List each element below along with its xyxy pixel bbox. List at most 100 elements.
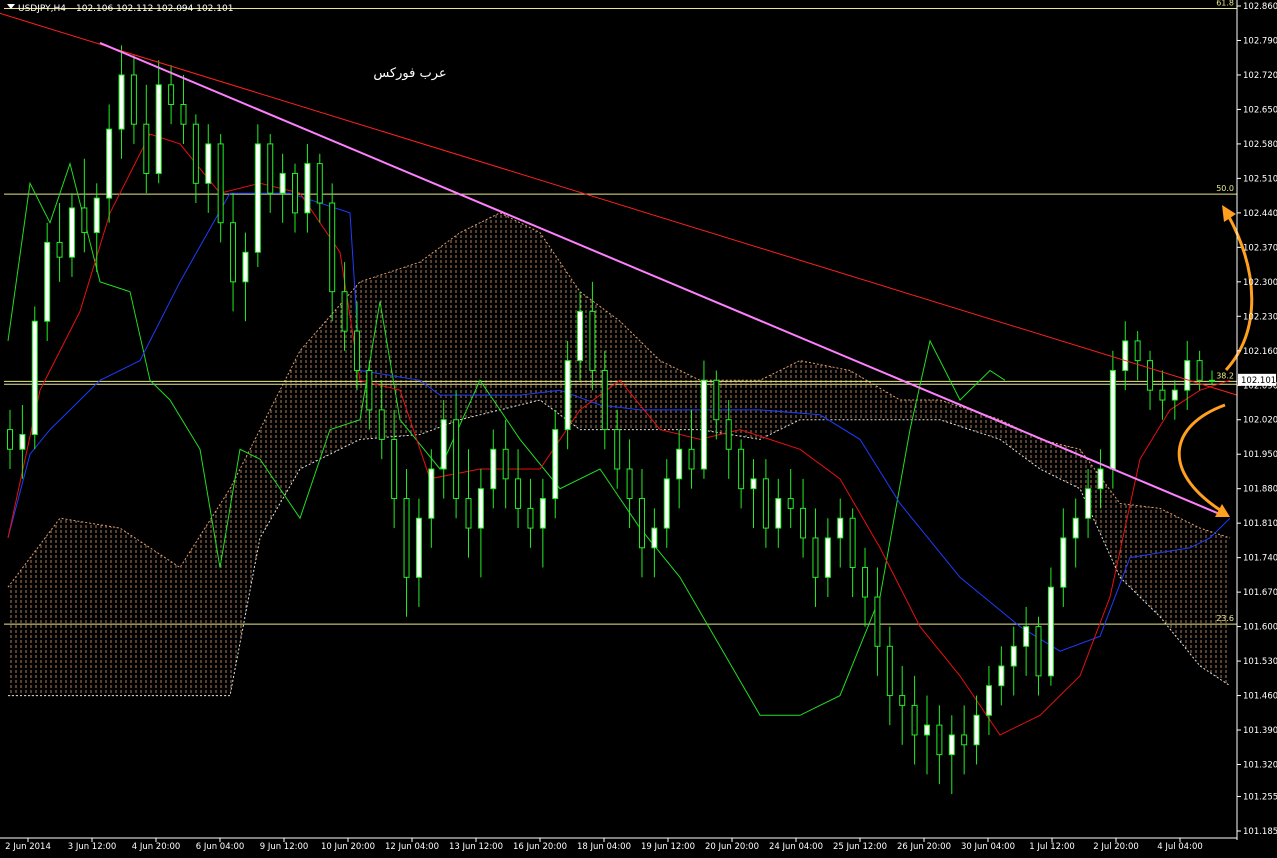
candle-bearish <box>465 498 472 529</box>
price-tick-label: 102.790 <box>1243 36 1277 46</box>
candle-bearish <box>366 369 373 411</box>
candle-bearish <box>961 734 968 746</box>
candle-bullish <box>68 207 75 258</box>
candle-bullish <box>750 478 757 490</box>
price-tick-label: 102.020 <box>1243 416 1277 426</box>
candle-bearish <box>688 448 695 470</box>
candle-bearish <box>353 330 360 371</box>
candle-bearish <box>7 429 13 450</box>
candle-bullish <box>118 74 125 130</box>
time-tick-label: 4 Jul 04:00 <box>1157 842 1203 852</box>
candle-bearish <box>192 123 199 184</box>
candle-bearish <box>800 507 807 539</box>
candle-bullish <box>1184 360 1191 391</box>
candle-bearish <box>725 419 732 450</box>
candle-bearish <box>849 517 856 568</box>
time-tick-label: 2 Jul 20:00 <box>1093 842 1139 852</box>
candle-bullish <box>1072 517 1079 539</box>
candle-bearish <box>341 291 348 332</box>
time-tick-label: 24 Jun 04:00 <box>769 842 823 852</box>
chart-symbol: USDJPY,H4 <box>18 4 66 14</box>
price-tick-label: 102.580 <box>1243 140 1277 150</box>
candle-bullish <box>1109 369 1116 470</box>
price-tick-label: 101.320 <box>1243 761 1277 771</box>
price-tick-label: 102.160 <box>1243 347 1277 357</box>
candle-bearish <box>589 310 596 371</box>
price-tick-label: 102.370 <box>1243 243 1277 253</box>
candle-bearish <box>638 498 645 549</box>
candle-bullish <box>948 734 955 756</box>
time-tick-label: 18 Jun 04:00 <box>577 842 631 852</box>
price-tick-label: 101.810 <box>1243 519 1277 529</box>
candle-bearish <box>1196 360 1203 381</box>
candle-bearish <box>292 172 299 214</box>
candle-bullish <box>428 468 435 519</box>
candle-bullish <box>663 478 670 529</box>
candle-bearish <box>316 163 323 204</box>
candle-bearish <box>267 143 274 194</box>
candle-bearish <box>1035 626 1042 677</box>
candle-bearish <box>874 596 881 647</box>
candle-bearish <box>787 498 794 509</box>
candle-bearish <box>936 724 943 756</box>
candle-bullish <box>1209 379 1215 382</box>
candle-bullish <box>923 724 930 736</box>
chart-annotation-text: عرب فوركس <box>373 66 446 81</box>
candle-bearish <box>453 419 460 500</box>
candle-bullish <box>490 448 497 490</box>
time-tick-label: 13 Jun 12:00 <box>449 842 503 852</box>
candle-bearish <box>168 84 175 106</box>
price-tick-label: 101.670 <box>1243 588 1277 598</box>
candle-bullish <box>440 419 447 470</box>
candle-bullish <box>539 498 546 529</box>
candle-bearish <box>329 202 336 293</box>
time-tick-label: 4 Jun 20:00 <box>132 842 181 852</box>
price-tick-label: 102.650 <box>1243 105 1277 115</box>
fib-level-label: 23.6 <box>1216 614 1234 623</box>
candle-bullish <box>577 310 584 362</box>
candle-bullish <box>998 665 1005 687</box>
candle-bearish <box>812 537 819 578</box>
price-tick-label: 102.510 <box>1243 174 1277 184</box>
candle-bullish <box>205 143 212 184</box>
candle-bullish <box>155 84 162 174</box>
time-tick-label: 9 Jun 12:00 <box>260 842 309 852</box>
candle-bullish <box>775 498 782 529</box>
chart-ohlc: 102.106 102.112 102.094 102.101 <box>76 4 233 14</box>
price-tick-label: 101.460 <box>1243 692 1277 702</box>
candle-bearish <box>56 241 63 258</box>
candle-bearish <box>614 429 621 470</box>
candle-bullish <box>31 320 38 436</box>
candle-bullish <box>1085 488 1092 519</box>
price-tick-label: 101.950 <box>1243 450 1277 460</box>
time-tick-label: 10 Jun 20:00 <box>321 842 375 852</box>
candle-bullish <box>254 143 261 253</box>
candle-bullish <box>242 251 249 283</box>
price-tick-label: 101.600 <box>1243 623 1277 633</box>
time-tick-label: 20 Jun 20:00 <box>705 842 759 852</box>
candle-bullish <box>651 527 658 549</box>
candle-bearish <box>886 645 893 697</box>
fib-level-label: 38.2 <box>1216 371 1234 380</box>
candle-bullish <box>19 434 26 450</box>
price-tick-label: 102.720 <box>1243 71 1277 81</box>
candle-bearish <box>762 478 769 529</box>
candle-bearish <box>899 695 906 706</box>
candle-bullish <box>1023 626 1030 647</box>
candle-bearish <box>230 222 237 283</box>
price-tick-label: 102.230 <box>1243 312 1277 322</box>
price-chart: 61.8 50.0 38.2 23.6 102.860 102.790 102.720 10… <box>0 0 1277 854</box>
candle-bullish <box>477 488 484 529</box>
price-tick-label: 102.300 <box>1243 278 1277 288</box>
time-tick-label: 12 Jun 04:00 <box>385 842 439 852</box>
price-tick-label: 102.440 <box>1243 209 1277 219</box>
candle-bullish <box>44 241 51 322</box>
time-tick-label: 26 Jun 20:00 <box>897 842 951 852</box>
candle-bullish <box>1047 586 1054 677</box>
time-tick-label: 30 Jun 04:00 <box>961 842 1015 852</box>
price-tick-label: 101.390 <box>1243 726 1277 736</box>
candle-bullish <box>93 197 100 234</box>
candle-bullish <box>1097 468 1104 490</box>
price-tick-label: 101.255 <box>1243 793 1277 803</box>
candle-bearish <box>713 379 720 421</box>
